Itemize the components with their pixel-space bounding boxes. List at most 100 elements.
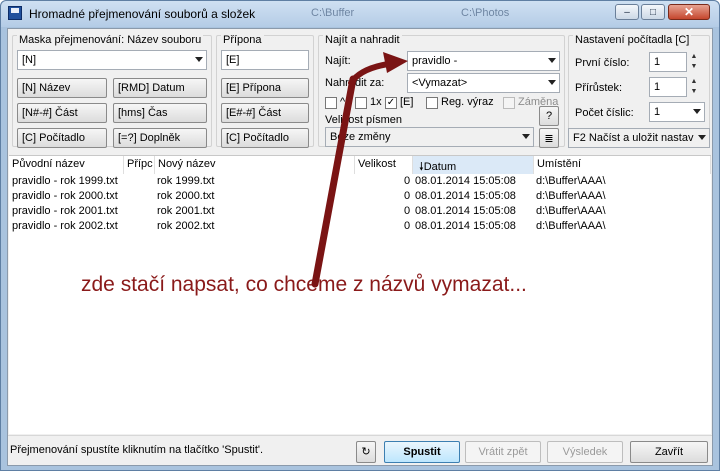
cell-original: pravidlo - rok 2000.txt: [12, 190, 118, 202]
swap-checkbox[interactable]: [503, 97, 515, 109]
column-header-date-label: Datum: [423, 161, 457, 173]
counter-first-label: První číslo:: [575, 57, 630, 69]
window-title: Hromadné přejmenování souborů a složek: [29, 7, 256, 21]
cell-original: pravidlo - rok 2002.txt: [12, 220, 118, 232]
cell-new: rok 2002.txt: [157, 220, 215, 232]
background-tab: C:\Photos: [461, 7, 510, 19]
cell-date: 08.01.2014 15:05:08: [415, 190, 516, 202]
find-replace-group: Najít a nahradit Najít: pravidlo - Nahra…: [318, 34, 565, 148]
cell-size: 0: [404, 175, 411, 187]
counter-step-input[interactable]: 1: [649, 77, 687, 97]
table-row[interactable]: pravidlo - rok 2000.txt rok 2000.txt 0 0…: [9, 190, 711, 205]
insert-name-button[interactable]: [N] Název: [17, 78, 107, 98]
replace-input[interactable]: <Vymazat>: [407, 73, 560, 93]
include-extension-label: [E]: [400, 96, 414, 108]
undo-history-icon[interactable]: ↻: [356, 441, 376, 463]
case-sensitive-checkbox[interactable]: [325, 97, 337, 109]
cell-location: d:\Buffer\AAA\: [536, 220, 606, 232]
counter-step-label: Přírůstek:: [575, 82, 623, 94]
cell-location: d:\Buffer\AAA\: [536, 190, 606, 202]
settings-combo[interactable]: F2 Načíst a uložit nastav: [568, 128, 710, 148]
dialog-client-area: Maska přejmenování: Název souboru [N] [N…: [7, 28, 713, 466]
cell-new: rok 1999.txt: [157, 175, 215, 187]
chevron-down-icon[interactable]: [698, 135, 706, 140]
column-header-date[interactable]: 🠗Datum: [413, 156, 534, 174]
extension-group-label: Přípona: [221, 34, 264, 46]
minimize-button[interactable]: –: [615, 4, 639, 20]
status-text: Přejmenování spustíte kliknutím na tlačí…: [10, 444, 264, 456]
chevron-down-icon[interactable]: [693, 109, 701, 114]
settings-combo-value: F2 Načíst a uložit nastav: [573, 132, 694, 144]
cell-size: 0: [404, 190, 411, 202]
maximize-button[interactable]: □: [641, 4, 665, 20]
case-value: Beze změny: [330, 131, 391, 143]
column-header-size[interactable]: Velikost: [355, 156, 413, 174]
counter-first-stepper[interactable]: ▲ ▼: [688, 52, 700, 72]
cell-original: pravidlo - rok 1999.txt: [12, 175, 118, 187]
table-row[interactable]: pravidlo - rok 2001.txt rok 2001.txt 0 0…: [9, 205, 711, 220]
find-input[interactable]: pravidlo -: [407, 51, 560, 71]
column-header-location[interactable]: Umístění: [534, 156, 711, 174]
replace-once-checkbox[interactable]: [355, 97, 367, 109]
insert-date-button[interactable]: [RMD] Datum: [113, 78, 207, 98]
close-window-button[interactable]: ✕: [668, 4, 710, 20]
extension-group: Přípona [E] [E] Přípona [E#-#] Část [C] …: [216, 34, 314, 148]
insert-name-part-button[interactable]: [N#-#] Část: [17, 103, 107, 123]
replace-once-label: 1x: [370, 96, 382, 108]
cell-size: 0: [404, 220, 411, 232]
cell-date: 08.01.2014 15:05:08: [415, 205, 516, 217]
counter-digits-select[interactable]: 1: [649, 102, 705, 122]
background-tab: C:\Buffer: [311, 7, 355, 19]
cell-original: pravidlo - rok 2001.txt: [12, 205, 118, 217]
chevron-down-icon[interactable]: [522, 134, 530, 139]
chevron-down-icon[interactable]: [548, 80, 556, 85]
regex-label: Reg. výraz: [441, 96, 494, 108]
mask-name-value: [N]: [22, 54, 37, 66]
title-bar[interactable]: Hromadné přejmenování souborů a složek C…: [1, 1, 719, 27]
start-button[interactable]: Spustit: [384, 441, 460, 463]
find-value: pravidlo -: [412, 55, 458, 67]
extension-input[interactable]: [E]: [221, 50, 309, 70]
case-label: Velikost písmen: [325, 114, 403, 126]
cell-new: rok 2001.txt: [157, 205, 215, 217]
insert-time-button[interactable]: [hms] Čas: [113, 103, 207, 123]
list-icon[interactable]: ≣: [539, 128, 559, 148]
insert-extension-counter-button[interactable]: [C] Počítadlo: [221, 128, 309, 148]
table-row[interactable]: pravidlo - rok 2002.txt rok 2002.txt 0 0…: [9, 220, 711, 235]
help-button[interactable]: ?: [539, 106, 559, 126]
cell-date: 08.01.2014 15:05:08: [415, 175, 516, 187]
counter-digits-label: Počet číslic:: [575, 107, 634, 119]
chevron-down-icon[interactable]: [195, 57, 203, 62]
cell-location: d:\Buffer\AAA\: [536, 175, 606, 187]
counter-step-stepper[interactable]: ▲ ▼: [688, 77, 700, 97]
annotation-text: zde stačí napsat, co chceme z názvů vyma…: [81, 273, 527, 296]
replace-label: Nahradit za:: [325, 77, 385, 89]
chevron-down-icon[interactable]: [548, 58, 556, 63]
find-replace-group-label: Najít a nahradit: [323, 34, 402, 46]
regex-checkbox[interactable]: [426, 97, 438, 109]
counter-group-label: Nastavení počítadla [C]: [573, 34, 692, 46]
insert-counter-button[interactable]: [C] Počítadlo: [17, 128, 107, 148]
column-header-original[interactable]: Původní název: [9, 156, 124, 174]
mask-group: Maska přejmenování: Název souboru [N] [N…: [12, 34, 212, 148]
find-label: Najít:: [325, 55, 351, 67]
case-select[interactable]: Beze změny: [325, 127, 534, 147]
rename-dialog-window: Hromadné přejmenování souborů a složek C…: [0, 0, 720, 471]
counter-first-input[interactable]: 1: [649, 52, 687, 72]
undo-button[interactable]: Vrátit zpět: [465, 441, 541, 463]
cell-new: rok 2000.txt: [157, 190, 215, 202]
result-button[interactable]: Výsledek: [547, 441, 623, 463]
column-header-extension[interactable]: Přípc: [124, 156, 155, 174]
include-extension-checkbox[interactable]: ✓: [385, 97, 397, 109]
insert-extension-part-button[interactable]: [E#-#] Část: [221, 103, 309, 123]
insert-extension-button[interactable]: [E] Přípona: [221, 78, 309, 98]
cell-size: 0: [404, 205, 411, 217]
cell-location: d:\Buffer\AAA\: [536, 205, 606, 217]
table-row[interactable]: pravidlo - rok 1999.txt rok 1999.txt 0 0…: [9, 175, 711, 190]
mask-name-input[interactable]: [N]: [17, 50, 207, 70]
column-header-new[interactable]: Nový název: [155, 156, 355, 174]
insert-plugin-button[interactable]: [=?] Doplněk: [113, 128, 207, 148]
cell-date: 08.01.2014 15:05:08: [415, 220, 516, 232]
close-button[interactable]: Zavřít: [630, 441, 708, 463]
status-bar: Přejmenování spustíte kliknutím na tlačí…: [8, 435, 712, 465]
